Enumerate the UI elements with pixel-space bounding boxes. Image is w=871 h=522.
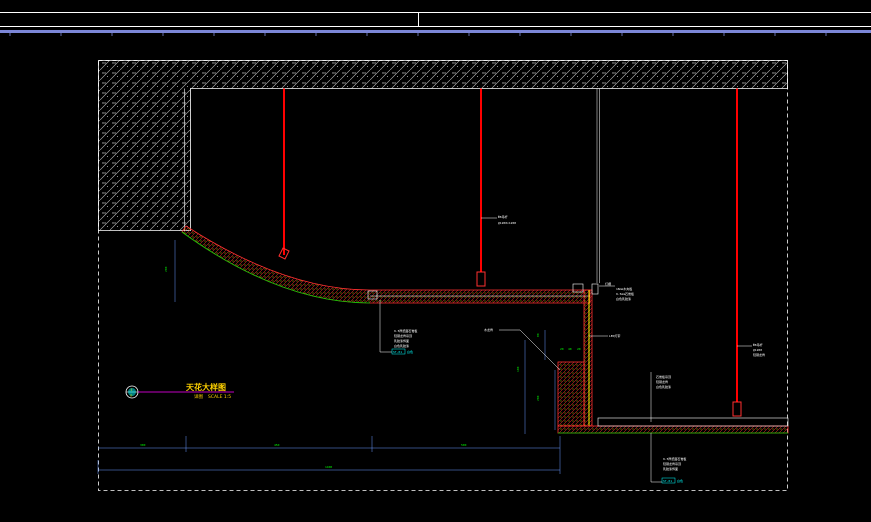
note-hanger-right: 轻钢龙骨 — [753, 352, 765, 357]
bottom-tag: ST-01 — [663, 479, 672, 483]
drawing-subtitle-left: 详图 — [194, 393, 203, 400]
note-right-top: 灯槽 — [605, 281, 611, 286]
note-board: 乳胶漆饰面 — [394, 338, 409, 343]
drawing-title: 天花大样图 — [186, 382, 226, 392]
dim-seg1: 300 — [140, 443, 146, 447]
dim-small3: 20 — [577, 347, 581, 351]
cad-drawing-canvas[interactable]: 1 D 天花大样图 详图 SCALE 1:5 300 450 500 1400 … — [0, 0, 871, 522]
note-lower-right: 石膏板吊顶 — [656, 374, 671, 379]
note-right-mid: LED灯带 — [609, 333, 620, 338]
note-hanger-right: @1200 — [753, 348, 762, 352]
top-frame-lines — [0, 12, 871, 27]
note-bottom: 9.5厚纸面石膏板 — [663, 456, 686, 461]
marker-sheet: D — [131, 394, 133, 398]
drawing-subtitle-right: SCALE 1:5 — [208, 394, 231, 400]
dim-drop-top: 80 — [536, 333, 540, 337]
note-right-top: 白色乳胶漆 — [616, 296, 631, 301]
concrete-slab — [98, 60, 788, 231]
note-hanger-right: Φ8吊杆 — [753, 342, 763, 347]
marker-number: 1 — [131, 388, 133, 392]
note-bottom: 乳胶漆饰面 — [663, 466, 678, 471]
partition-lines — [596, 88, 600, 283]
note-right-top: 9.5mm石膏板 — [616, 291, 634, 296]
dim-left-height: 200 — [164, 266, 168, 272]
leader-lines — [379, 217, 752, 483]
note-lower-right: 轻钢龙骨 — [656, 379, 668, 384]
note-small-label: 木龙骨 — [484, 327, 493, 332]
dimension-lines — [97, 240, 561, 474]
hanger-clips — [278, 247, 742, 417]
dim-seg2: 450 — [274, 443, 280, 447]
dim-small2: 40 — [568, 347, 572, 351]
note-board: 轻钢龙骨吊顶 — [394, 333, 412, 338]
note-board: 9.5厚纸面石膏板 — [394, 328, 417, 333]
bottom-tag-tail: 白色 — [677, 478, 683, 483]
dim-seg3: 500 — [461, 443, 467, 447]
curved-ceiling — [181, 225, 591, 304]
note-lower-right: 白色乳胶漆 — [656, 384, 671, 389]
board-tag-tail: 白色 — [407, 349, 413, 354]
board-tag: ST-01 — [393, 350, 402, 354]
note-right-top: 18mm木夹板 — [616, 286, 632, 291]
note-bottom: 轻钢龙骨吊顶 — [663, 461, 681, 466]
dim-small1: 20 — [560, 347, 564, 351]
note-hanger-mid: @1200×1200 — [498, 221, 516, 225]
dim-drop-low: 200 — [536, 395, 540, 401]
top-ruler[interactable] — [0, 30, 871, 36]
light-cove — [557, 283, 789, 434]
note-board: 白色乳胶漆 — [394, 343, 409, 348]
dim-total: 1400 — [325, 465, 332, 469]
hanger-rods — [283, 88, 738, 402]
dim-drop-mid: 100 — [516, 366, 520, 372]
note-hanger-mid: Φ8吊杆 — [498, 214, 508, 219]
